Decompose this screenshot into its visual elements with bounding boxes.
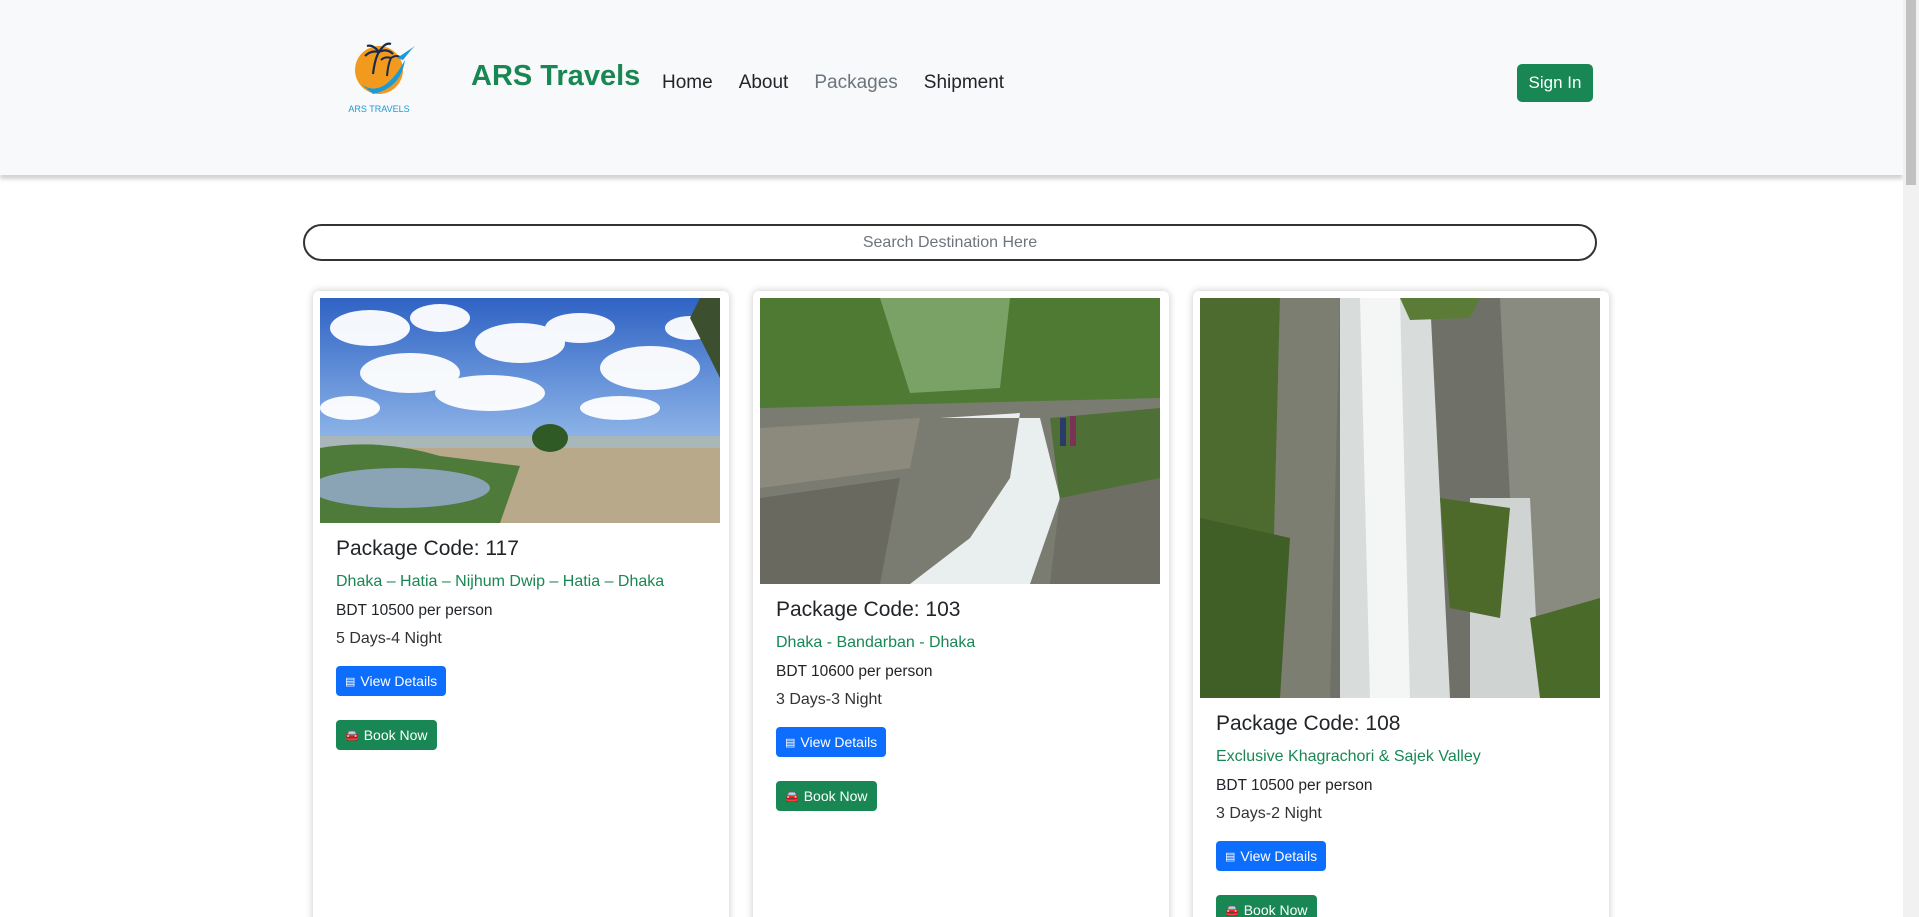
main-nav: Home About Packages Shipment bbox=[662, 72, 1004, 94]
nav-shipment[interactable]: Shipment bbox=[924, 72, 1004, 94]
search-input[interactable] bbox=[303, 224, 1597, 261]
package-code: Package Code: 108 bbox=[1216, 712, 1401, 735]
view-details-button[interactable]: ▤ View Details bbox=[336, 666, 447, 696]
sign-in-button[interactable]: Sign In bbox=[1517, 64, 1593, 102]
package-route: Exclusive Khagrachori & Sajek Valley bbox=[1216, 748, 1481, 765]
package-card: Package Code: 103 Dhaka - Bandarban - Dh… bbox=[753, 291, 1169, 917]
book-now-button[interactable]: 🚘 Book Now bbox=[336, 720, 437, 750]
brand-name[interactable]: ARS Travels bbox=[471, 60, 640, 93]
logo-text: ARS TRAVELS bbox=[348, 104, 409, 114]
book-now-button[interactable]: 🚘 Book Now bbox=[1216, 895, 1317, 917]
page-scrollbar[interactable] bbox=[1903, 0, 1919, 917]
package-image-beach[interactable] bbox=[320, 298, 720, 523]
package-card: Package Code: 108 Exclusive Khagrachori … bbox=[1193, 291, 1609, 917]
package-image-river[interactable] bbox=[760, 298, 1160, 584]
car-icon: 🚘 bbox=[1225, 904, 1239, 917]
list-icon: ▤ bbox=[345, 675, 356, 688]
car-icon: 🚘 bbox=[785, 790, 799, 803]
package-price: BDT 10500 per person bbox=[1216, 777, 1373, 794]
package-code: Package Code: 103 bbox=[776, 598, 961, 621]
package-card: Package Code: 117 Dhaka – Hatia – Nijhum… bbox=[313, 291, 729, 917]
package-price: BDT 10600 per person bbox=[776, 663, 933, 680]
package-image-cliff-waterfall[interactable] bbox=[1200, 298, 1600, 698]
book-now-button[interactable]: 🚘 Book Now bbox=[776, 781, 877, 811]
view-details-label: View Details bbox=[800, 734, 878, 750]
package-code: Package Code: 117 bbox=[336, 537, 519, 560]
book-now-label: Book Now bbox=[803, 788, 868, 804]
package-route: Dhaka - Bandarban - Dhaka bbox=[776, 634, 976, 651]
nav-packages[interactable]: Packages bbox=[814, 72, 897, 94]
nav-about[interactable]: About bbox=[739, 72, 789, 94]
book-now-label: Book Now bbox=[363, 727, 428, 743]
page: { "brand": { "name": "ARS Travels", "log… bbox=[0, 0, 1919, 917]
brand-logo[interactable]: ARS TRAVELS bbox=[343, 40, 423, 120]
nav-home[interactable]: Home bbox=[662, 72, 713, 94]
view-details-button[interactable]: ▤ View Details bbox=[776, 727, 887, 757]
view-details-label: View Details bbox=[1240, 848, 1318, 864]
view-details-label: View Details bbox=[360, 673, 438, 689]
scrollbar-thumb[interactable] bbox=[1906, 0, 1916, 185]
list-icon: ▤ bbox=[1225, 850, 1236, 863]
package-price: BDT 10500 per person bbox=[336, 602, 493, 619]
package-duration: 5 Days-4 Night bbox=[336, 630, 442, 647]
list-icon: ▤ bbox=[785, 736, 796, 749]
package-duration: 3 Days-2 Night bbox=[1216, 805, 1322, 822]
book-now-label: Book Now bbox=[1243, 902, 1308, 917]
car-icon: 🚘 bbox=[345, 729, 359, 742]
view-details-button[interactable]: ▤ View Details bbox=[1216, 841, 1327, 871]
header-navbar: ARS TRAVELS ARS Travels Home About Packa… bbox=[0, 0, 1903, 175]
package-duration: 3 Days-3 Night bbox=[776, 691, 882, 708]
package-route: Dhaka – Hatia – Nijhum Dwip – Hatia – Dh… bbox=[336, 573, 665, 590]
